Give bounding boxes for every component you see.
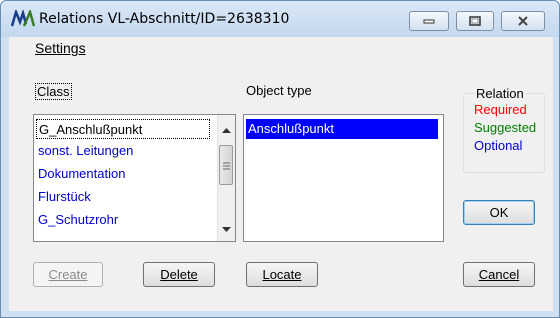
close-button[interactable]	[501, 11, 545, 31]
locate-button[interactable]: Locate	[246, 262, 318, 287]
class-item[interactable]: Dokumentation	[36, 164, 125, 184]
object-type-label: Object type	[246, 83, 312, 98]
minimize-button[interactable]	[409, 11, 449, 31]
object-type-item[interactable]: Anschlußpunkt	[246, 119, 438, 139]
dialog-body: Class G_Anschlußpunkt sonst. Leitungen D…	[9, 59, 553, 311]
scroll-up-icon[interactable]	[218, 121, 235, 138]
class-item[interactable]: G_Schutzrohr	[36, 210, 118, 230]
class-scrollbar[interactable]	[217, 115, 235, 241]
class-item[interactable]: sonst. Leitungen	[36, 141, 133, 161]
cancel-button[interactable]: Cancel	[463, 262, 535, 287]
maximize-button[interactable]	[456, 11, 494, 31]
delete-button[interactable]: Delete	[143, 262, 215, 287]
menu-bar: Settings	[9, 37, 553, 59]
ok-button[interactable]: OK	[463, 200, 535, 225]
scroll-down-icon[interactable]	[218, 221, 235, 238]
relation-legend: Relation Required Suggested Optional	[463, 86, 545, 173]
menu-settings[interactable]: Settings	[35, 40, 86, 56]
relations-dialog: Relations VL-Abschnitt/ID=2638310 Settin…	[0, 0, 560, 318]
class-label: Class	[35, 83, 72, 100]
class-item[interactable]: Flurstück	[36, 187, 91, 207]
relation-suggested: Suggested	[474, 120, 537, 135]
create-button[interactable]: Create	[33, 262, 103, 287]
window-title: Relations VL-Abschnitt/ID=2638310	[39, 11, 290, 27]
relation-required: Required	[474, 102, 527, 117]
class-item[interactable]: G_Anschlußpunkt	[36, 119, 210, 139]
minimize-icon	[423, 19, 435, 24]
title-bar[interactable]: Relations VL-Abschnitt/ID=2638310	[1, 1, 559, 37]
relation-title: Relation	[474, 86, 526, 101]
app-logo-icon	[11, 10, 35, 27]
close-icon	[518, 16, 528, 26]
class-listbox[interactable]: G_Anschlußpunkt sonst. Leitungen Dokumen…	[33, 114, 236, 242]
object-type-listbox[interactable]: Anschlußpunkt	[243, 114, 444, 242]
maximize-icon	[469, 16, 481, 26]
relation-optional: Optional	[474, 138, 523, 153]
scroll-thumb[interactable]	[219, 145, 233, 185]
